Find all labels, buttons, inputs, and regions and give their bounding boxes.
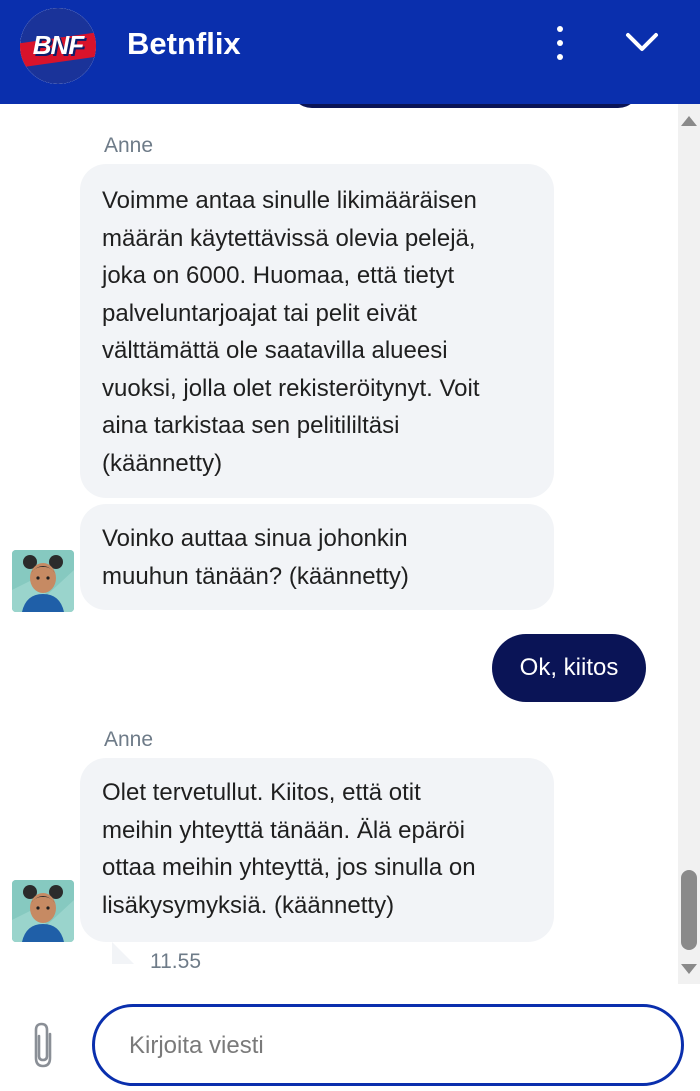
sender-name: Anne	[104, 728, 154, 751]
sender-name: Anne	[104, 134, 154, 157]
message-line: joka on 6000. Huomaa, että tietyt	[102, 262, 455, 289]
message-line: ottaa meihin yhteyttä, jos sinulla on	[102, 854, 476, 881]
header-title: Betnflix	[127, 26, 241, 61]
previous-user-bubble	[290, 104, 640, 108]
message-line: määrän käytettävissä olevia pelejä,	[102, 224, 476, 252]
chat-header: BNF Betnflix	[0, 0, 700, 104]
scrollbar-thumb[interactable]	[681, 870, 697, 950]
message-line: lisäkysymyksiä. (käännetty)	[102, 891, 395, 919]
message-line: palveluntarjoajat tai pelit eivät	[102, 299, 417, 327]
bubble-tail	[112, 942, 134, 964]
message-line: meihin yhteyttä tänään. Älä epäröi	[102, 816, 465, 844]
user-message-bubble: Ok, kiitos	[492, 634, 646, 702]
message-composer	[0, 984, 700, 1091]
kebab-menu-icon[interactable]	[548, 26, 572, 60]
agent-avatar	[12, 550, 74, 612]
logo-text: BNF	[32, 30, 84, 60]
message-line: vuoksi, jolla olet rekisteröitynyt. Voit	[102, 374, 480, 402]
message-line: (käännetty)	[102, 449, 223, 477]
message-line: Voimme antaa sinulle likimääräisen	[102, 187, 477, 214]
message-timestamp: 11.55	[150, 950, 201, 973]
agent-avatar	[12, 880, 74, 942]
chevron-down-icon[interactable]	[624, 26, 660, 60]
chat-transcript: Anne Voimme antaa sinulle likimääräisen …	[0, 104, 678, 984]
message-line: muuhun tänään? (käännetty)	[102, 562, 409, 590]
paperclip-icon[interactable]	[26, 1020, 60, 1072]
agent-message-bubble: Olet tervetullut. Kiitos, että otit meih…	[80, 758, 554, 942]
message-input-wrapper	[92, 1004, 684, 1086]
message-input[interactable]	[127, 1007, 651, 1085]
agent-message-bubble: Voinko auttaa sinua johonkin muuhun tänä…	[80, 504, 554, 610]
scroll-up-icon[interactable]	[681, 116, 697, 126]
message-line: välttämättä ole saatavilla alueesi	[102, 337, 448, 364]
message-line: Olet tervetullut. Kiitos, että otit	[102, 779, 421, 806]
chat-scrollbar[interactable]	[678, 104, 700, 984]
message-line: aina tarkistaa sen pelitililtäsi	[102, 412, 400, 439]
message-line: Voinko auttaa sinua johonkin	[102, 525, 408, 552]
scroll-down-icon[interactable]	[681, 964, 697, 974]
betnflix-logo: BNF	[20, 8, 96, 84]
agent-message-bubble: Voimme antaa sinulle likimääräisen määrä…	[80, 164, 554, 498]
